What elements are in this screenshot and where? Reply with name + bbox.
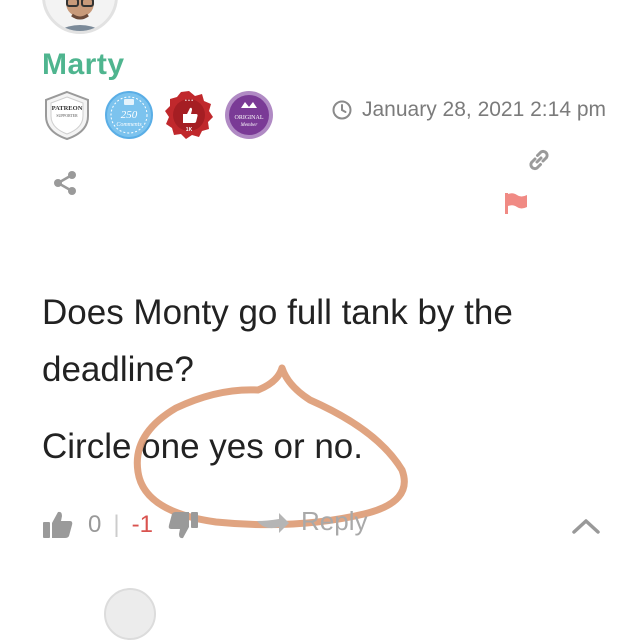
vote-separator: | <box>113 511 120 538</box>
share-icon[interactable] <box>52 170 78 196</box>
1k-likes-badge: 1K • • • <box>164 90 214 140</box>
vote-bar: 0 | -1 <box>42 505 199 545</box>
clock-icon <box>332 100 352 120</box>
250-comments-badge: 250 Comments <box>104 90 154 140</box>
downvote-count: -1 <box>131 511 153 538</box>
comment-timestamp[interactable]: January 28, 2021 2:14 pm <box>332 98 606 122</box>
link-icon[interactable] <box>525 146 553 174</box>
timestamp-text: January 28, 2021 2:14 pm <box>362 98 607 121</box>
badge-text: ORIGINAL <box>235 115 264 121</box>
badge-text: 250 <box>121 109 138 121</box>
badge-text: Member <box>240 123 258 128</box>
patreon-supporter-badge: PATREON SUPPORTER <box>42 90 92 141</box>
upvote-count: 0 <box>88 511 102 538</box>
original-member-badge: ORIGINAL Member <box>224 90 274 140</box>
badge-text: 1K <box>186 127 193 133</box>
reply-arrow-icon <box>257 512 289 533</box>
badge-text: PATREON <box>52 105 83 112</box>
svg-text:• • •: • • • <box>185 98 193 104</box>
chevron-up-icon[interactable] <box>570 512 602 540</box>
reply-label: Reply <box>301 506 368 536</box>
reply-button[interactable]: Reply <box>255 506 367 537</box>
badge-text: Comments <box>116 122 142 128</box>
thumbs-up-icon[interactable] <box>42 509 74 541</box>
avatar-image <box>45 0 115 31</box>
thumbs-down-icon[interactable] <box>167 509 199 541</box>
author-name[interactable]: Marty <box>42 48 125 82</box>
author-avatar[interactable] <box>42 0 118 34</box>
badge-text: SUPPORTER <box>56 114 78 118</box>
flag-icon[interactable] <box>503 190 529 216</box>
